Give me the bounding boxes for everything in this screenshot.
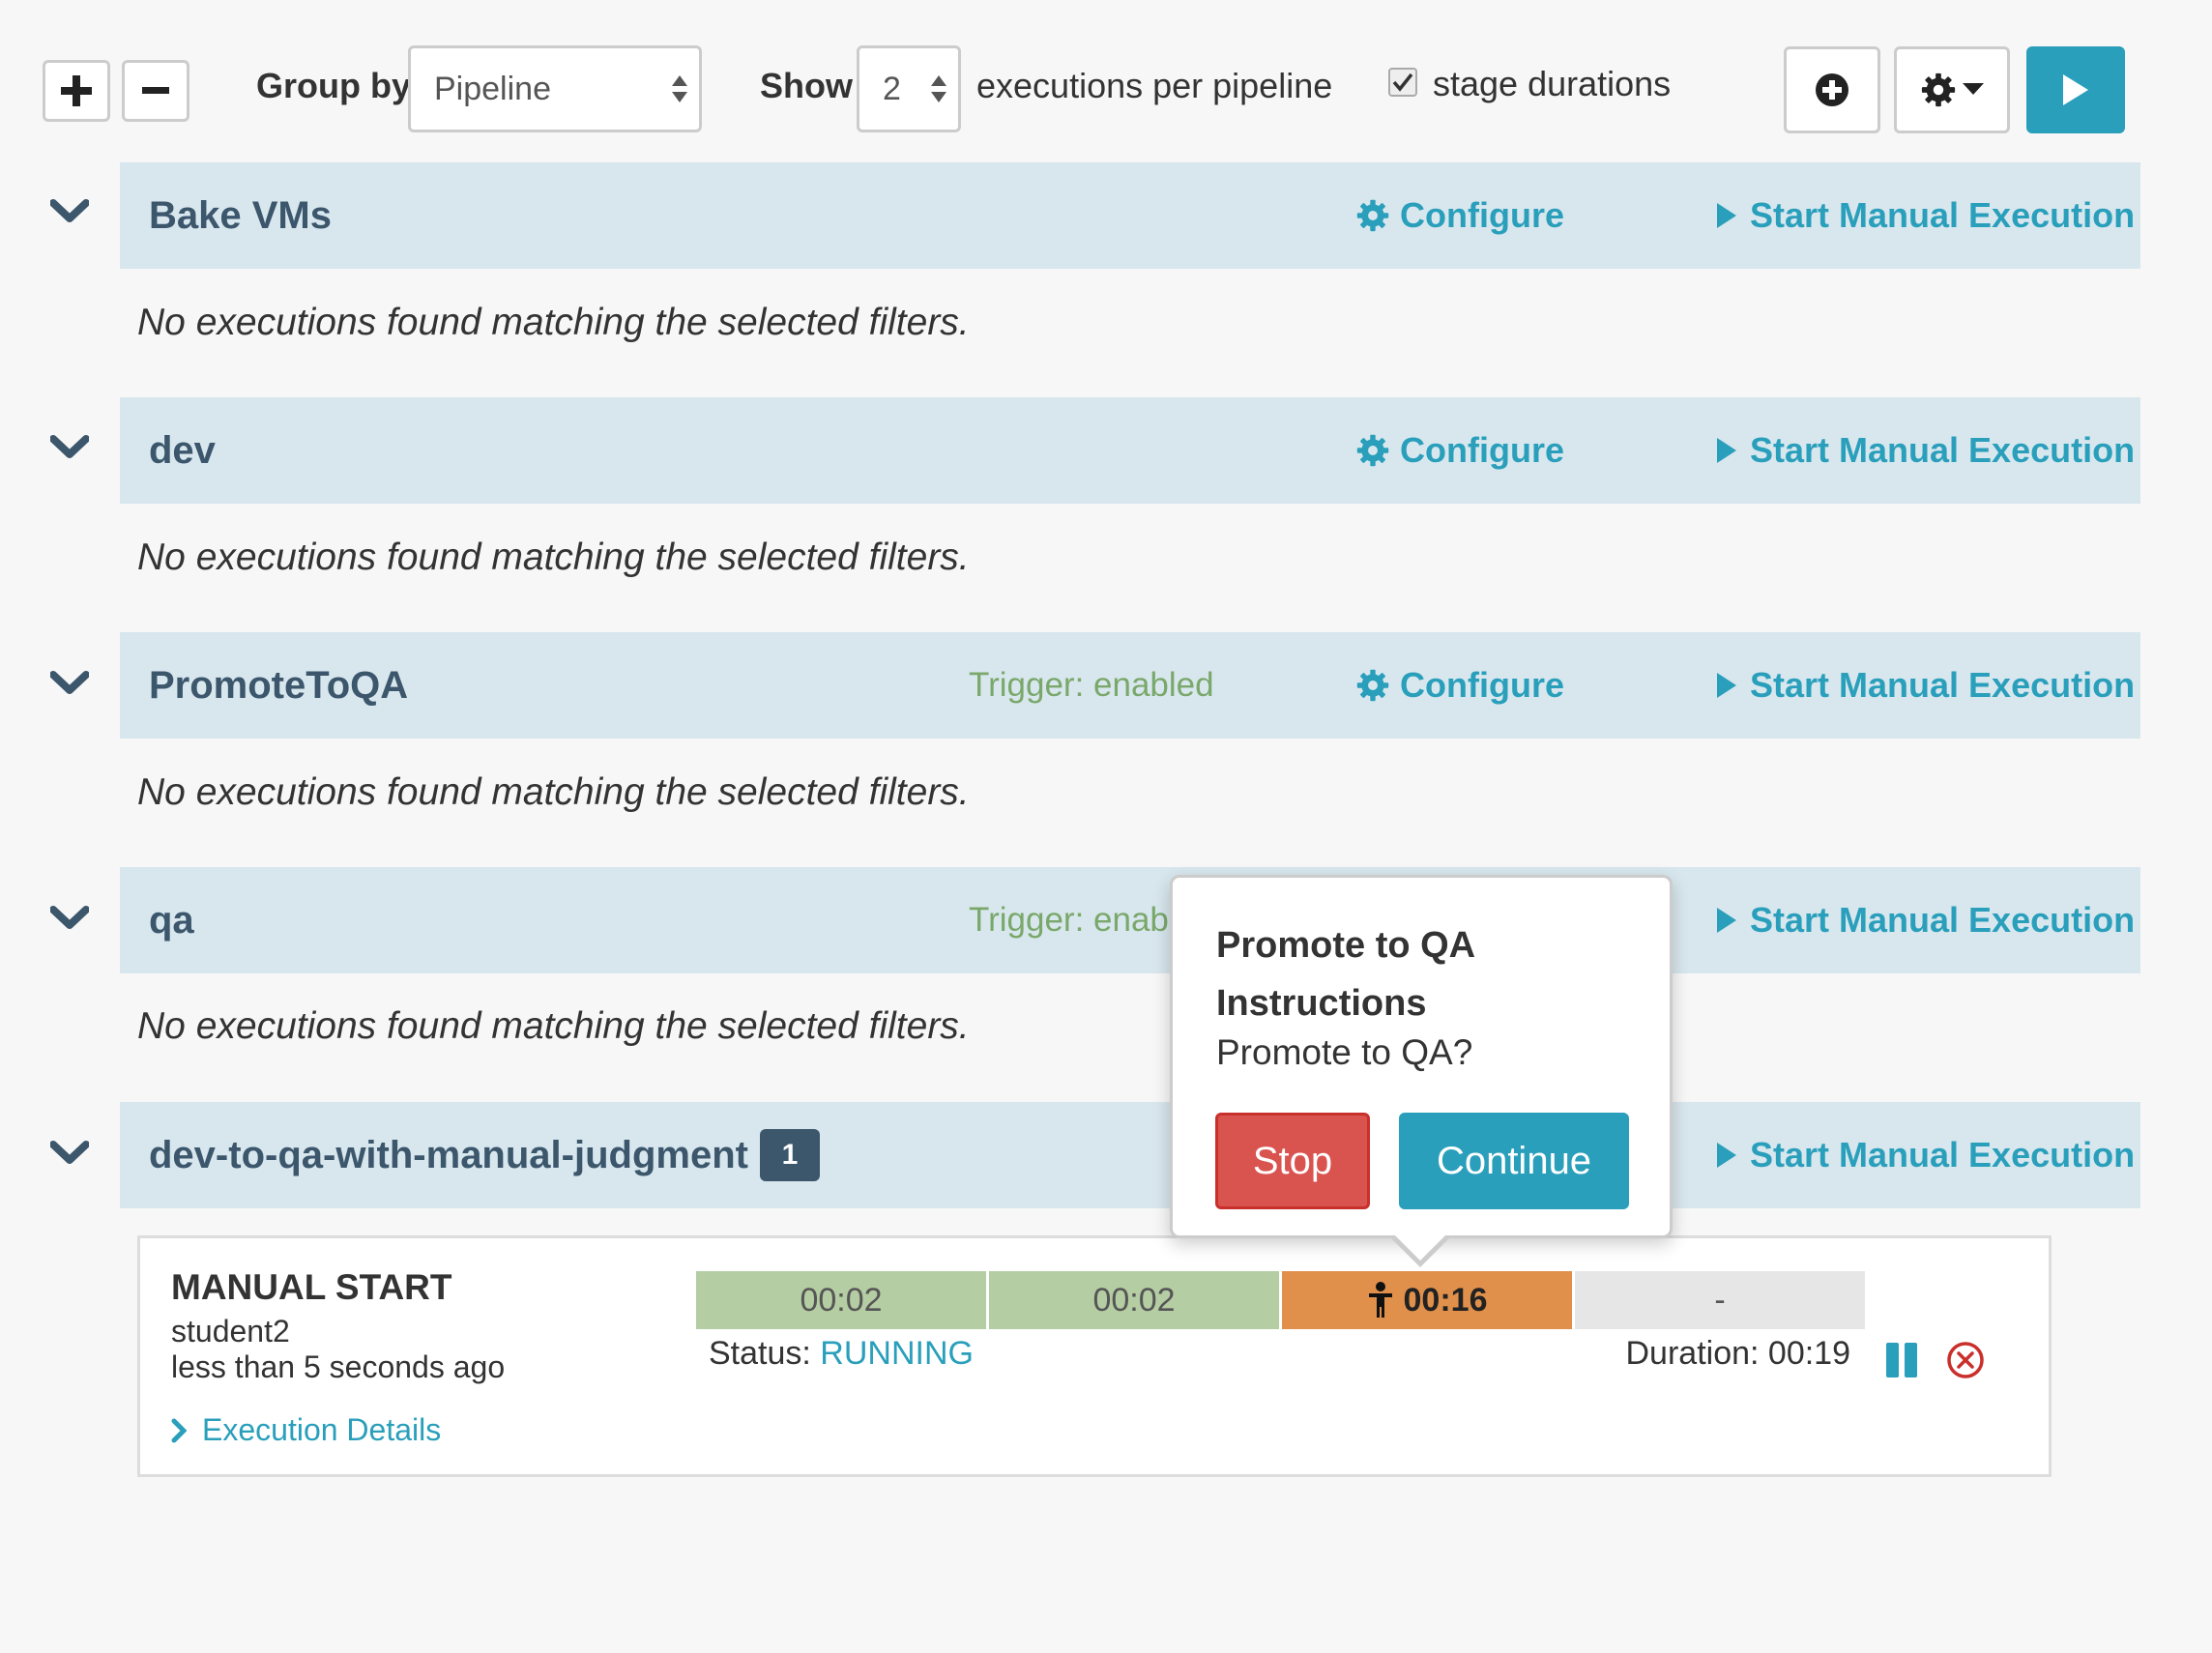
stop-button[interactable]: Stop (1215, 1113, 1370, 1209)
collapse-chevron-icon[interactable] (49, 435, 90, 467)
play-icon (2063, 74, 2088, 105)
group-by-select[interactable]: Pipeline (408, 45, 702, 132)
trigger-status: Trigger: enabl (969, 901, 1177, 939)
configure-link[interactable]: Configure (1355, 162, 1564, 269)
pipeline-header-dev: dev Configure Start Manual Execution (120, 397, 2140, 504)
pipeline-name: dev (149, 429, 216, 472)
execution-time: less than 5 seconds ago (171, 1349, 506, 1384)
execution-count-badge: 1 (760, 1129, 820, 1181)
execution-trigger: MANUAL START (171, 1267, 452, 1307)
cancel-execution-button[interactable] (1946, 1341, 1985, 1384)
no-executions-message: No executions found matching the selecte… (137, 302, 970, 343)
execution-user: student2 (171, 1314, 290, 1348)
expand-all-button[interactable] (43, 60, 110, 122)
continue-button[interactable]: Continue (1399, 1113, 1629, 1209)
pause-icon (1886, 1343, 1899, 1378)
status-label: Status: (709, 1335, 811, 1372)
collapse-chevron-icon[interactable] (49, 671, 90, 703)
play-icon (1717, 438, 1736, 463)
stage-duration: 00:16 (1403, 1281, 1488, 1319)
no-executions-message: No executions found matching the selecte… (137, 1005, 970, 1047)
play-icon (1717, 203, 1736, 228)
play-icon (1717, 1143, 1736, 1168)
start-manual-execution-link[interactable]: Start Manual Execution (1717, 632, 2135, 739)
pipeline-name: qa (149, 899, 194, 942)
no-executions-message: No executions found matching the selecte… (137, 536, 970, 578)
stage-bar[interactable]: 00:02 (989, 1271, 1279, 1329)
checkmark-icon (1392, 72, 1413, 92)
configure-label: Configure (1400, 430, 1564, 470)
pipeline-name: PromoteToQA (149, 664, 409, 707)
pause-execution-button[interactable] (1886, 1343, 1917, 1378)
stage-duration: - (1714, 1281, 1726, 1319)
show-count-value: 2 (883, 70, 901, 107)
gear-icon (1356, 199, 1389, 232)
stage-durations-checkbox[interactable] (1388, 68, 1417, 97)
cancel-circle-icon (1947, 1342, 1984, 1378)
show-count-select[interactable]: 2 (857, 45, 961, 132)
collapse-all-button[interactable] (122, 60, 189, 122)
start-manual-execution-label: Start Manual Execution (1750, 665, 2136, 705)
collapse-chevron-icon[interactable] (49, 906, 90, 938)
plus-circle-icon (1816, 73, 1848, 106)
start-manual-execution-link[interactable]: Start Manual Execution (1717, 397, 2135, 504)
minus-icon (142, 87, 169, 94)
execution-duration: Duration: 00:19 (1625, 1335, 1851, 1372)
select-arrows-icon (672, 75, 687, 102)
gear-icon (1921, 72, 1956, 107)
popover-arrow-fill (1393, 1233, 1447, 1261)
gear-icon (1356, 669, 1389, 702)
chevron-right-icon (171, 1418, 187, 1442)
start-manual-execution-link[interactable]: Start Manual Execution (1717, 162, 2135, 269)
stage-duration: 00:02 (1092, 1281, 1176, 1319)
pipeline-name: dev-to-qa-with-manual-judgment (149, 1134, 748, 1176)
pipeline-header-dev-to-qa: dev-to-qa-with-manual-judgment 1 Start M… (120, 1102, 2140, 1208)
caret-down-icon (1963, 83, 1984, 95)
popover-body: Promote to QA? (1216, 1032, 1473, 1072)
start-manual-execution-button[interactable] (2026, 46, 2125, 133)
group-by-value: Pipeline (434, 70, 551, 107)
execution-status: Status: RUNNING (709, 1335, 974, 1373)
no-executions-message: No executions found matching the selecte… (137, 771, 970, 813)
pipeline-name: Bake VMs (149, 194, 332, 237)
pipeline-header-promotetoqa: PromoteToQA Trigger: enabled Configure S… (120, 632, 2140, 739)
start-manual-execution-label: Start Manual Execution (1750, 430, 2136, 470)
settings-dropdown-button[interactable] (1894, 46, 2010, 133)
status-value: RUNNING (820, 1335, 974, 1372)
pipeline-header-bake-vms: Bake VMs Configure Start Manual Executio… (120, 162, 2140, 269)
trigger-status: Trigger: enabled (969, 666, 1214, 704)
manual-judgment-popover: Promote to QA Instructions Promote to QA… (1170, 875, 1673, 1238)
stage-bar[interactable]: - (1575, 1271, 1865, 1329)
stepper-arrows-icon (931, 75, 946, 102)
start-manual-execution-label: Start Manual Execution (1750, 1135, 2136, 1174)
execution-card: MANUAL START student2 less than 5 second… (137, 1235, 2052, 1477)
execution-details-label: Execution Details (202, 1412, 442, 1447)
stage-bar[interactable]: 00:02 (696, 1271, 986, 1329)
collapse-chevron-icon[interactable] (49, 199, 90, 231)
stage-bar-manual-judgment[interactable]: 00:16 (1282, 1271, 1572, 1329)
per-pipeline-text: executions per pipeline (976, 66, 1333, 105)
popover-title: Promote to QA Instructions (1216, 925, 1474, 1024)
pipeline-header-qa: qa Trigger: enabl Start Manual Execution (120, 867, 2140, 973)
configure-link[interactable]: Configure (1355, 632, 1564, 739)
create-pipeline-button[interactable] (1784, 46, 1880, 133)
configure-label: Configure (1400, 665, 1564, 705)
play-icon (1717, 673, 1736, 698)
person-icon (1368, 1282, 1392, 1318)
stage-duration: 00:02 (800, 1281, 883, 1319)
start-manual-execution-label: Start Manual Execution (1750, 900, 2136, 940)
group-by-label: Group by (256, 66, 411, 105)
start-manual-execution-link[interactable]: Start Manual Execution (1717, 867, 2135, 973)
execution-details-link[interactable]: Execution Details (171, 1412, 441, 1448)
start-manual-execution-label: Start Manual Execution (1750, 195, 2136, 235)
configure-link[interactable]: Configure (1355, 397, 1564, 504)
plus-icon (61, 75, 92, 106)
start-manual-execution-link[interactable]: Start Manual Execution (1717, 1102, 2135, 1208)
stage-durations-label: stage durations (1433, 64, 1672, 103)
collapse-chevron-icon[interactable] (49, 1141, 90, 1173)
play-icon (1717, 908, 1736, 933)
configure-label: Configure (1400, 195, 1564, 235)
show-label: Show (760, 66, 853, 105)
gear-icon (1356, 434, 1389, 467)
